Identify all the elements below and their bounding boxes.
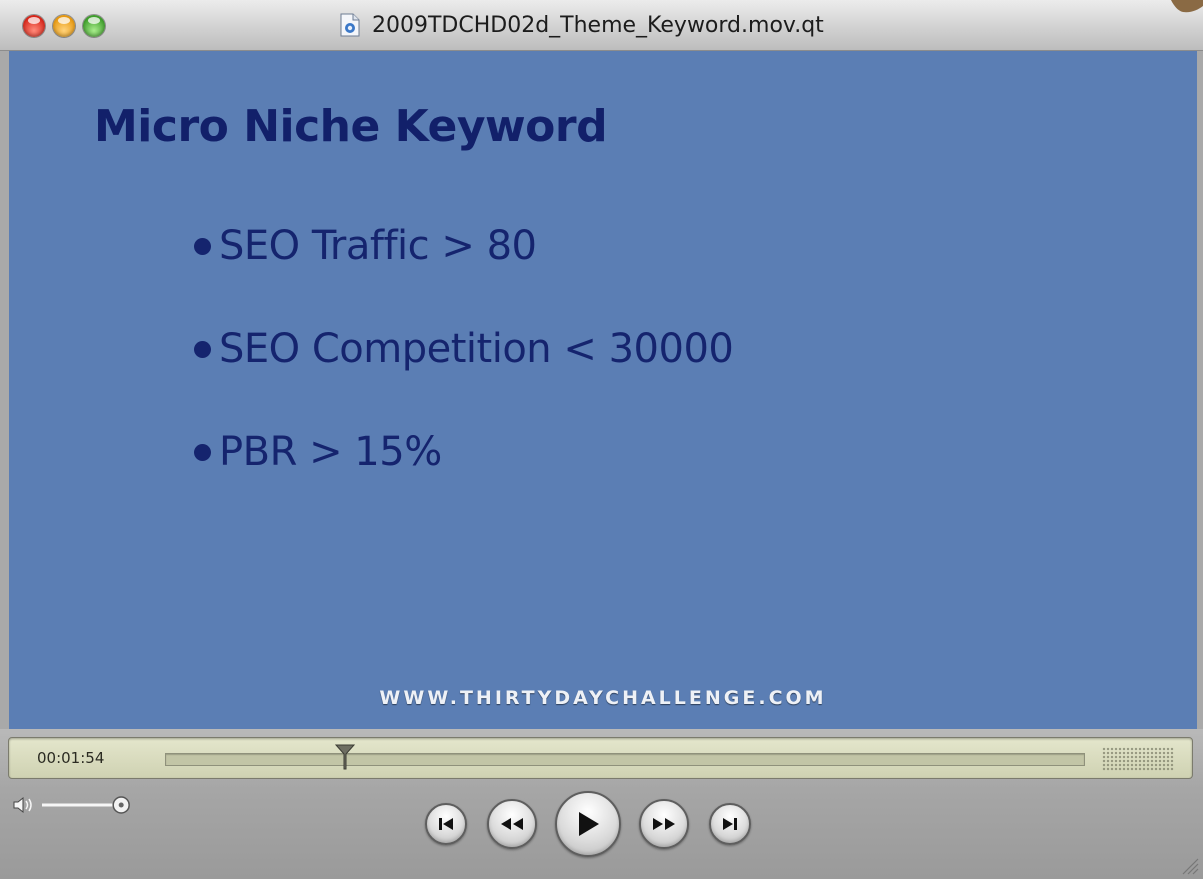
window-title: 2009TDCHD02d_Theme_Keyword.mov.qt [372,12,824,38]
fast-forward-button[interactable] [639,799,689,849]
desktop-corner-shape [1171,0,1203,13]
bullet-item: PBR > 15% [194,422,733,482]
current-time: 00:01:54 [37,749,105,767]
rewind-button[interactable] [487,799,537,849]
title-bar[interactable]: 2009TDCHD02d_Theme_Keyword.mov.qt [0,0,1203,51]
resize-grip-icon[interactable] [1177,853,1199,875]
timeline-scrubber[interactable] [165,753,1085,766]
playhead-marker-icon[interactable] [335,744,356,770]
timeline-display: 00:01:54 [8,737,1193,779]
rewind-icon [501,818,523,830]
bullet-dot-icon [194,443,211,461]
bullet-text: PBR > 15% [219,429,442,475]
minimize-window-button[interactable] [53,15,75,37]
fast-forward-icon [653,818,675,830]
bullet-item: SEO Traffic > 80 [194,216,733,276]
playback-controller: 00:01:54 [0,729,1203,879]
volume-control[interactable] [12,793,142,817]
close-window-button[interactable] [23,15,45,37]
quicktime-window: 2009TDCHD02d_Theme_Keyword.mov.qt Micro … [0,0,1203,879]
bullet-text: SEO Traffic > 80 [219,223,537,269]
skip-forward-icon [723,818,737,830]
bullet-item: SEO Competition < 30000 [194,319,734,379]
window-title-group: 2009TDCHD02d_Theme_Keyword.mov.qt [340,12,824,38]
skip-to-start-button[interactable] [425,803,467,845]
site-watermark: WWW.THIRTYDAYCHALLENGE.COM [379,687,827,709]
volume-slider-knob[interactable] [112,796,130,814]
slide-title: Micro Niche Keyword [94,101,608,152]
play-button[interactable] [555,791,621,857]
bullet-dot-icon [194,340,211,358]
bullet-text: SEO Competition < 30000 [219,326,734,372]
bullet-list: SEO Traffic > 80 SEO Competition < 30000… [194,216,734,525]
transport-controls [425,791,751,857]
zoom-window-button[interactable] [83,15,105,37]
speaker-icon [13,796,32,814]
video-area[interactable]: Micro Niche Keyword SEO Traffic > 80 SEO… [9,51,1197,729]
lcd-grip-texture [1102,747,1174,771]
skip-back-icon [439,818,453,830]
skip-to-end-button[interactable] [709,803,751,845]
quicktime-document-icon [340,13,360,37]
play-icon [579,812,599,836]
bullet-dot-icon [194,237,211,255]
